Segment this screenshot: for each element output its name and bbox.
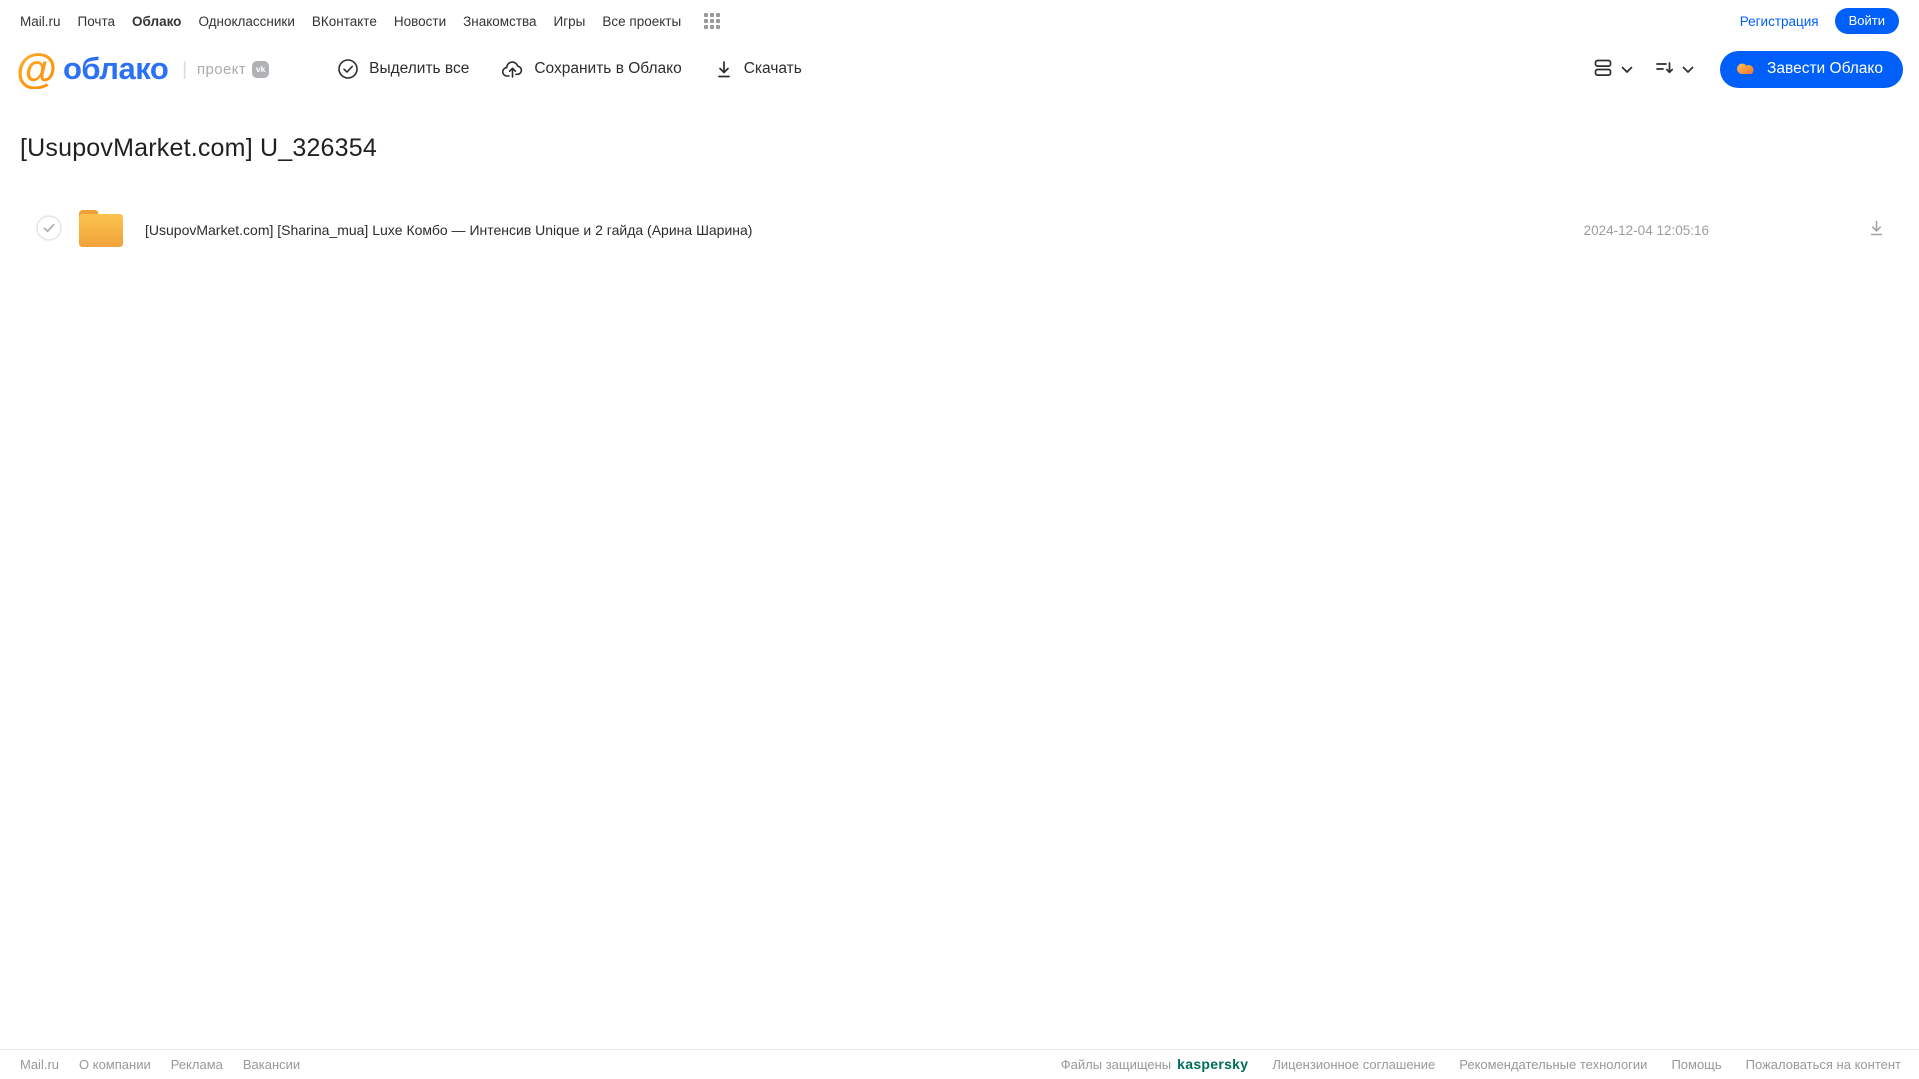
- check-circle-icon: [337, 58, 359, 80]
- view-mode-button[interactable]: [1590, 55, 1637, 84]
- logo-project-label: проект: [196, 60, 247, 78]
- logo-text: облако: [62, 51, 169, 86]
- nav-link-znakomstva[interactable]: Знакомства: [463, 14, 536, 29]
- logo-divider: |: [182, 58, 187, 79]
- download-icon: [714, 58, 734, 80]
- footer-link-about[interactable]: О компании: [79, 1057, 151, 1072]
- footer-link-report-content[interactable]: Пожаловаться на контент: [1746, 1057, 1901, 1072]
- footer-link-ads[interactable]: Реклама: [171, 1057, 223, 1072]
- select-all-button[interactable]: Выделить все: [337, 58, 469, 80]
- vk-badge-icon: vk: [252, 60, 270, 78]
- file-date: 2024-12-04 12:05:16: [1583, 222, 1709, 238]
- portal-nav: Mail.ru Почта Облако Одноклассники ВКонт…: [0, 0, 1919, 38]
- cloud-logo[interactable]: @ облако | проект vk: [16, 45, 270, 92]
- file-checkbox[interactable]: [36, 214, 62, 246]
- main-content: [UsupovMarket.com] U_326354 [UsupovMarke…: [0, 100, 1919, 1049]
- page-title: [UsupovMarket.com] U_326354: [20, 134, 377, 162]
- folder-icon: [78, 207, 124, 253]
- registration-link[interactable]: Регистрация: [1740, 14, 1819, 29]
- apps-grid-icon[interactable]: [704, 13, 721, 29]
- footer-right-links: Файлы защищены kaspersky Лицензионное со…: [1061, 1056, 1901, 1072]
- header-right-controls: Завести Облако: [1590, 50, 1903, 88]
- footer-link-jobs[interactable]: Вакансии: [243, 1057, 300, 1072]
- footer-left-links: Mail.ru О компании Реклама Вакансии: [20, 1057, 300, 1072]
- portal-nav-links: Mail.ru Почта Облако Одноклассники ВКонт…: [20, 13, 721, 29]
- list-view-icon: [1594, 59, 1614, 80]
- cloud-upload-icon: [501, 58, 524, 80]
- sort-icon: [1655, 59, 1675, 80]
- create-cloud-button[interactable]: Завести Облако: [1720, 50, 1903, 88]
- footer-link-license[interactable]: Лицензионное соглашение: [1272, 1057, 1435, 1072]
- nav-link-igry[interactable]: Игры: [554, 14, 586, 29]
- cloud-icon: [1736, 59, 1758, 80]
- file-toolbar: Выделить все Сохранить в Облако Скачать: [337, 58, 802, 80]
- app-header: @ облако | проект vk Выделить все Сохран…: [0, 38, 1919, 100]
- create-cloud-label: Завести Облако: [1767, 60, 1883, 77]
- login-button[interactable]: Войти: [1834, 8, 1899, 34]
- save-to-cloud-button[interactable]: Сохранить в Облако: [501, 58, 682, 80]
- footer-link-mailru[interactable]: Mail.ru: [20, 1057, 59, 1072]
- chevron-down-icon: [1621, 62, 1633, 77]
- at-logo-icon: @: [16, 45, 57, 92]
- portal-nav-auth: Регистрация Войти: [1740, 8, 1899, 34]
- download-label: Скачать: [743, 60, 802, 77]
- download-button[interactable]: Скачать: [714, 58, 802, 80]
- save-to-cloud-label: Сохранить в Облако: [534, 60, 682, 77]
- footer-link-recommendation-tech[interactable]: Рекомендательные технологии: [1459, 1057, 1647, 1072]
- nav-link-novosti[interactable]: Новости: [394, 14, 446, 29]
- protected-by-label: Файлы защищены: [1060, 1056, 1172, 1072]
- select-all-label: Выделить все: [369, 60, 470, 77]
- nav-link-pochta[interactable]: Почта: [78, 14, 116, 29]
- file-row[interactable]: [UsupovMarket.com] [Sharina_mua] Luxe Ко…: [20, 207, 1895, 253]
- download-icon: [1868, 220, 1885, 241]
- nav-link-all-projects[interactable]: Все проекты: [602, 14, 681, 29]
- nav-link-vkontakte[interactable]: ВКонтакте: [312, 14, 377, 29]
- file-name[interactable]: [UsupovMarket.com] [Sharina_mua] Luxe Ко…: [145, 222, 1584, 238]
- nav-link-mailru[interactable]: Mail.ru: [20, 14, 61, 29]
- sort-button[interactable]: [1651, 55, 1698, 84]
- kaspersky-protection: Файлы защищены kaspersky: [1061, 1056, 1249, 1072]
- chevron-down-icon: [1682, 62, 1694, 77]
- page-footer: Mail.ru О компании Реклама Вакансии Файл…: [0, 1049, 1919, 1079]
- file-download-button[interactable]: [1866, 217, 1887, 243]
- footer-link-help[interactable]: Помощь: [1671, 1057, 1721, 1072]
- kaspersky-logo[interactable]: kaspersky: [1177, 1056, 1248, 1072]
- nav-link-oblako[interactable]: Облако: [132, 14, 181, 29]
- nav-link-odnoklassniki[interactable]: Одноклассники: [198, 14, 294, 29]
